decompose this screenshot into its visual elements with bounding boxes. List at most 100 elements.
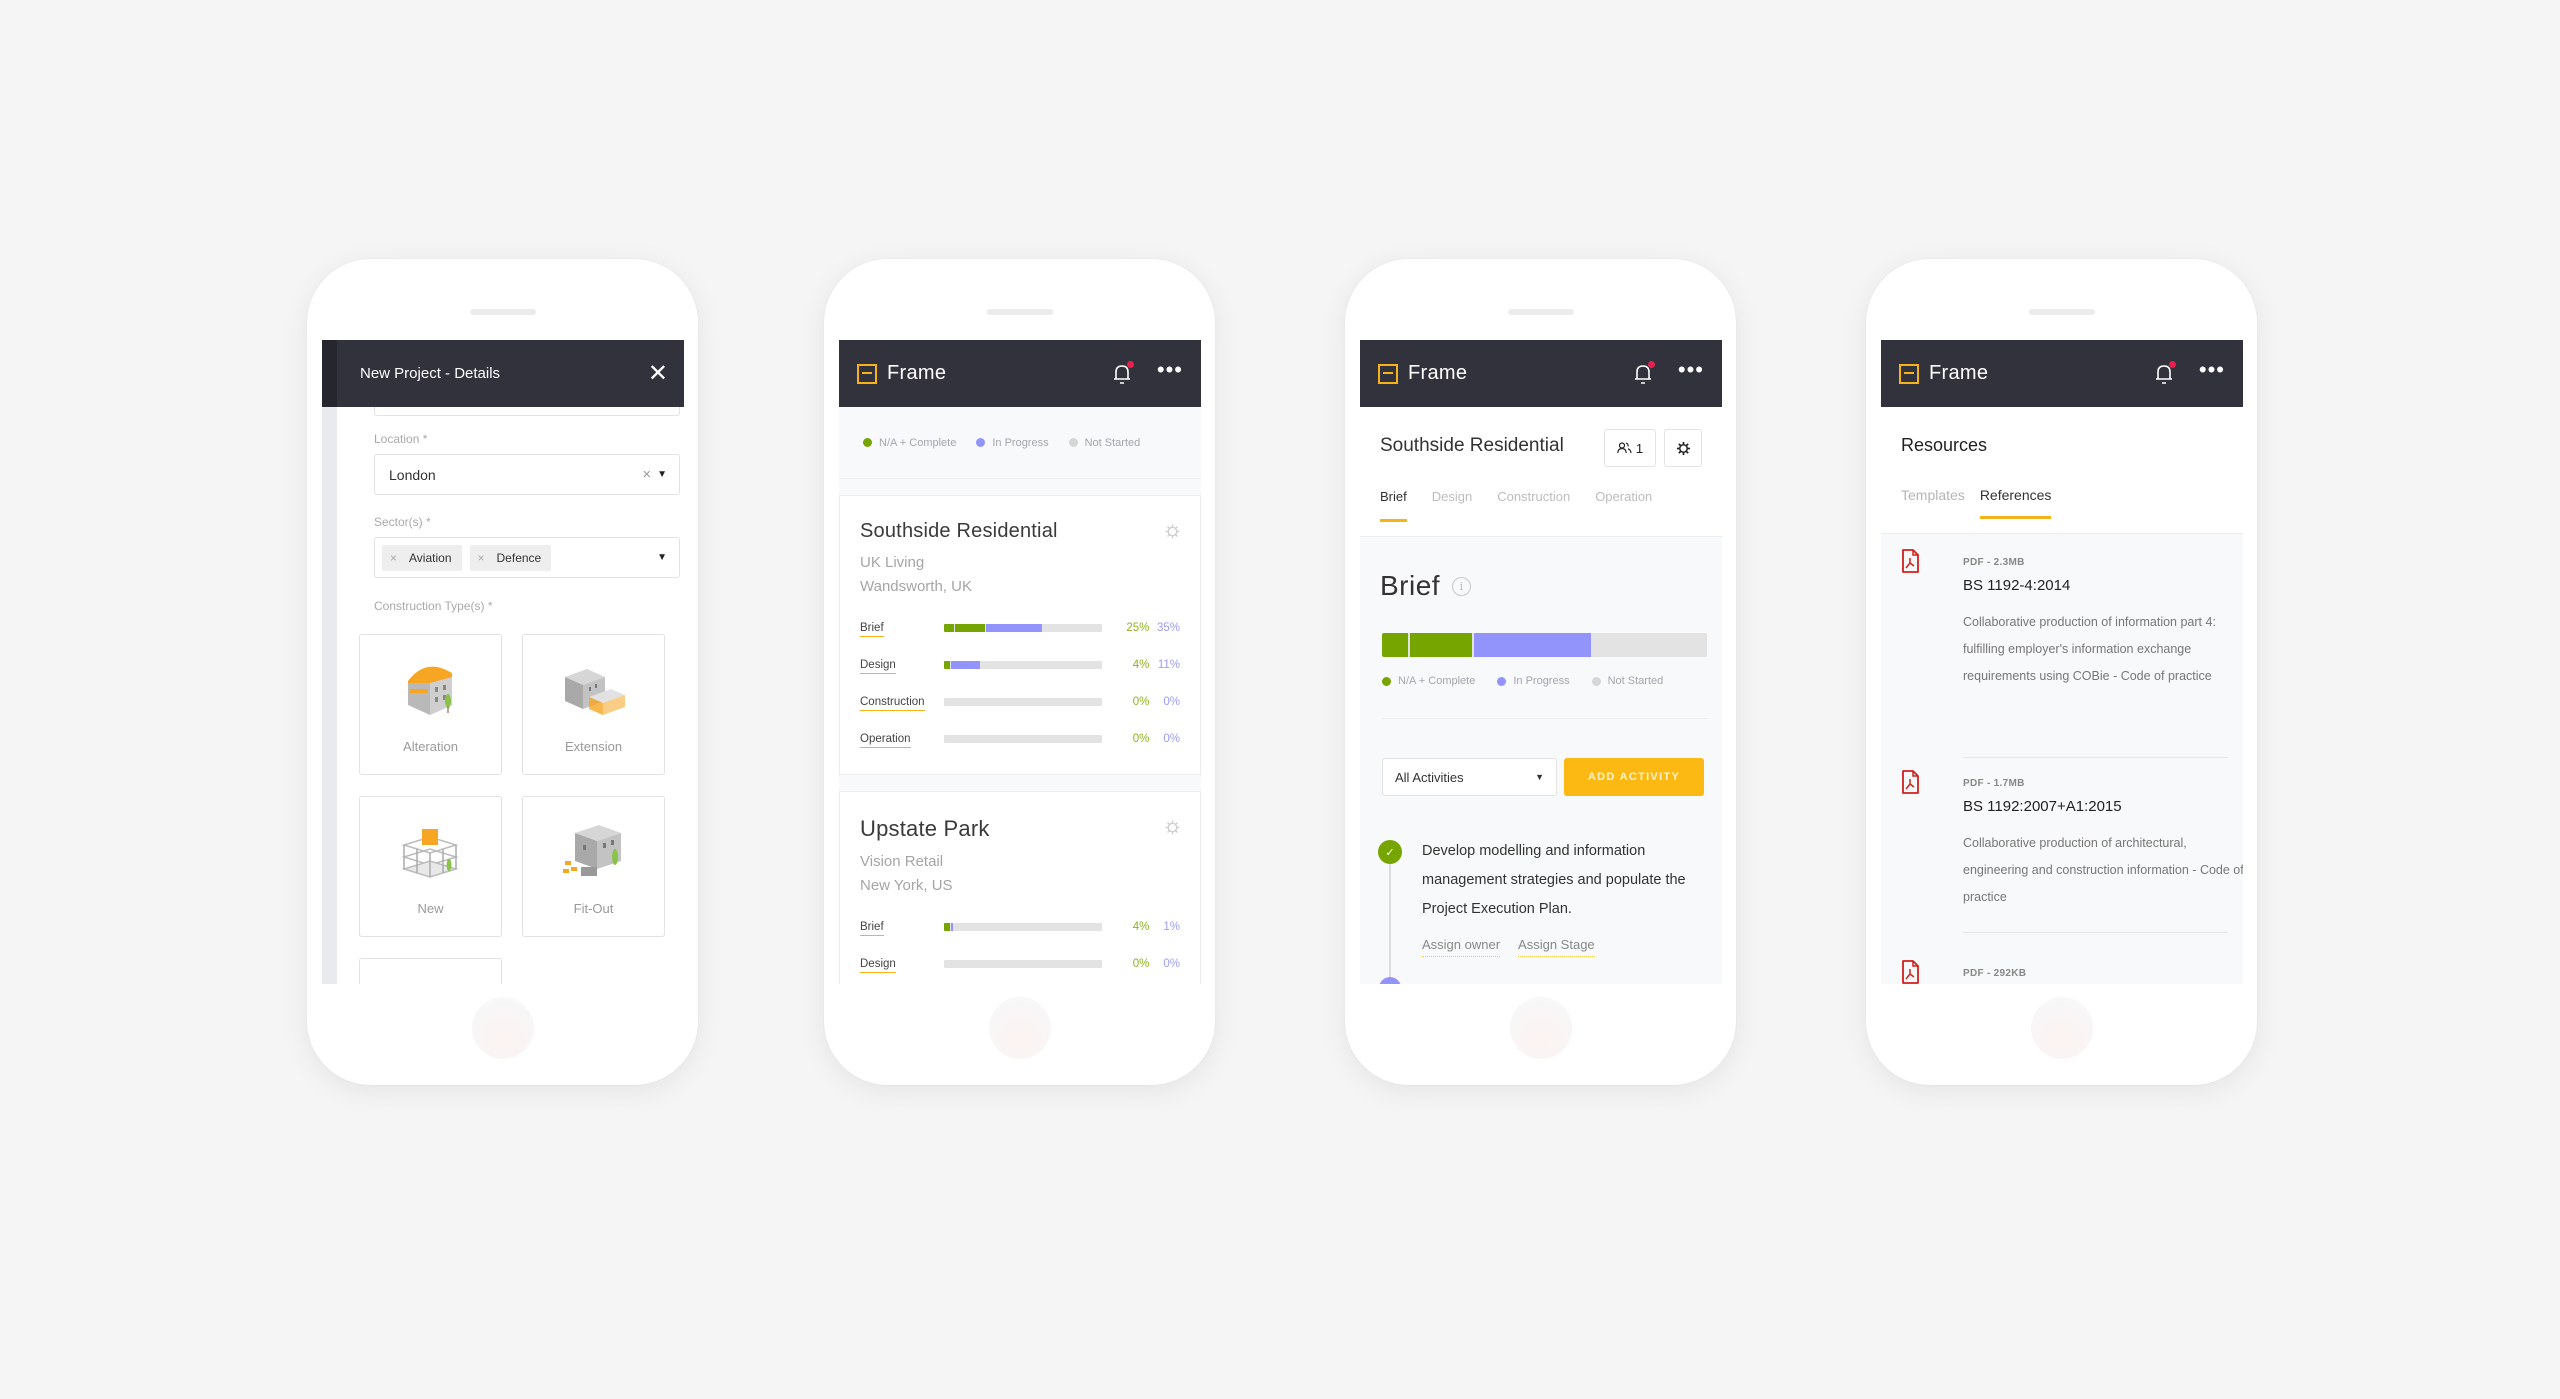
- tile-label: Fit-Out: [573, 901, 614, 916]
- notification-dot: [2168, 360, 2176, 368]
- progress-segment-in-progress: [951, 660, 981, 669]
- phone-speaker: [1507, 309, 1574, 315]
- gear-icon[interactable]: [1165, 524, 1180, 539]
- progress-segment-complete: [943, 660, 951, 669]
- divider: [1963, 757, 2228, 758]
- home-button: [988, 997, 1051, 1059]
- status-legend: N/A + Complete In Progress Not Started: [1382, 675, 1663, 687]
- phone-speaker: [2028, 309, 2095, 315]
- app-header: Frame •••: [1881, 340, 2243, 407]
- bell-icon[interactable]: [1111, 360, 1134, 386]
- location-value: London: [389, 466, 436, 483]
- stage-row[interactable]: Operation 0% 0%: [860, 720, 1180, 757]
- more-icon[interactable]: •••: [1157, 358, 1183, 381]
- stage-row[interactable]: Brief 4% 1%: [860, 908, 1180, 945]
- members-count: 1: [1635, 440, 1644, 456]
- construction-type-extension[interactable]: Extension: [522, 634, 665, 775]
- construction-type-alteration[interactable]: Alteration: [359, 634, 502, 775]
- sectors-select[interactable]: × Aviation × Defence ▼: [374, 537, 680, 578]
- construction-type-fit-out[interactable]: Fit-Out: [522, 796, 665, 937]
- notification-dot: [1647, 360, 1655, 368]
- remove-chip-icon[interactable]: ×: [478, 551, 485, 565]
- next-activity-status-icon[interactable]: [1379, 977, 1401, 984]
- progress-segment-complete: [943, 922, 951, 931]
- complete-percent: 4%: [1132, 658, 1150, 671]
- project-card[interactable]: Southside Residential UK Living Wandswor…: [839, 495, 1201, 775]
- document-item[interactable]: PDF - 1.7MB BS 1192:2007+A1:2015 Collabo…: [1901, 770, 2243, 940]
- members-button[interactable]: 1: [1604, 429, 1656, 467]
- stage-name-link[interactable]: Brief: [860, 920, 884, 936]
- in-progress-percent: 0%: [1163, 695, 1181, 708]
- assign-owner-link[interactable]: Assign owner: [1422, 937, 1501, 957]
- pdf-icon: [1902, 770, 1919, 794]
- assign-stage-link[interactable]: Assign Stage: [1518, 937, 1595, 957]
- check-icon[interactable]: ✓: [1378, 840, 1402, 864]
- project-name: Upstate Park: [860, 816, 990, 841]
- project-name: Southside Residential: [860, 520, 1058, 542]
- divider: [1963, 932, 2228, 933]
- settings-button[interactable]: [1664, 429, 1702, 467]
- tab-templates[interactable]: Templates: [1901, 487, 1965, 519]
- construction-type-more[interactable]: [359, 958, 502, 984]
- brand-name: Frame: [1408, 362, 1468, 384]
- frame-logo-icon[interactable]: [1378, 363, 1398, 384]
- activity-text[interactable]: Develop modelling and information manage…: [1422, 837, 1712, 924]
- legend-complete: N/A + Complete: [1382, 675, 1475, 687]
- document-item[interactable]: PDF - 2.3MB BS 1192-4:2014 Collaborative…: [1901, 549, 2228, 759]
- frame-logo-icon[interactable]: [1899, 363, 1919, 384]
- stage-name-link[interactable]: Operation: [860, 732, 911, 748]
- stage-name-link[interactable]: Construction: [860, 695, 925, 711]
- stage-row[interactable]: Design 0% 0%: [860, 945, 1180, 982]
- complete-percent: 25%: [1126, 621, 1150, 634]
- clear-icon[interactable]: ×: [642, 466, 651, 483]
- tile-label: New: [417, 901, 444, 916]
- gear-icon: [1676, 441, 1690, 455]
- construction-type-new[interactable]: New: [359, 796, 502, 937]
- tab-operation[interactable]: Operation: [1595, 489, 1652, 522]
- stage-name-link[interactable]: Design: [860, 658, 896, 674]
- tab-design[interactable]: Design: [1432, 489, 1472, 522]
- frame-logo-icon[interactable]: [857, 363, 877, 384]
- location-select[interactable]: London × ▼: [374, 454, 680, 495]
- stage-list: Brief 4% 1% Design 0% 0%: [860, 908, 1180, 982]
- legend-complete: N/A + Complete: [863, 437, 956, 449]
- alteration-building-icon: [407, 666, 452, 715]
- sector-chip[interactable]: × Defence: [469, 544, 552, 571]
- sector-chip[interactable]: × Aviation: [382, 544, 462, 571]
- status-legend: N/A + Complete In Progress Not Started: [839, 407, 1201, 479]
- activity-filter-select[interactable]: All Activities ▼: [1382, 758, 1557, 796]
- document-item[interactable]: PDF - 292KB: [1901, 960, 2228, 984]
- complete-percent: 0%: [1132, 957, 1150, 970]
- stage-progress-bar: [1382, 633, 1707, 657]
- fit-out-building-icon: [562, 825, 621, 876]
- project-card[interactable]: Upstate Park Vision Retail New York, US …: [839, 791, 1201, 984]
- notification-dot: [1126, 360, 1134, 368]
- bell-icon[interactable]: [2153, 360, 2176, 386]
- more-icon[interactable]: •••: [1678, 358, 1704, 381]
- stage-title: Brief: [1380, 570, 1441, 601]
- document-meta: PDF - 292KB: [1963, 968, 2027, 979]
- chevron-down-icon[interactable]: ▼: [657, 552, 667, 563]
- chip-label: Defence: [496, 550, 542, 565]
- stage-name-link[interactable]: Brief: [860, 621, 884, 637]
- stage-row[interactable]: Brief 25% 35%: [860, 609, 1180, 646]
- tab-construction[interactable]: Construction: [1497, 489, 1570, 522]
- close-icon[interactable]: ✕: [648, 359, 668, 388]
- tab-brief[interactable]: Brief: [1380, 489, 1407, 522]
- stage-progress-bar: [943, 697, 1102, 706]
- stage-row[interactable]: Design 4% 11%: [860, 646, 1180, 683]
- gear-icon[interactable]: [1165, 820, 1180, 835]
- info-icon[interactable]: i: [1452, 576, 1472, 596]
- add-activity-button[interactable]: ADD ACTIVITY: [1564, 758, 1704, 796]
- stage-row[interactable]: Construction 0% 0%: [860, 683, 1180, 720]
- tab-references[interactable]: References: [1979, 487, 2051, 519]
- chevron-down-icon[interactable]: ▼: [657, 469, 667, 480]
- screen-resources: Frame ••• Resources Templates References…: [1881, 340, 2243, 984]
- bell-icon[interactable]: [1632, 360, 1655, 386]
- document-description: Collaborative production of information …: [1963, 615, 2216, 683]
- complete-percent: 0%: [1132, 732, 1150, 745]
- remove-chip-icon[interactable]: ×: [390, 551, 397, 565]
- stage-progress-bar: [943, 922, 1102, 931]
- stage-name-link[interactable]: Design: [860, 957, 896, 973]
- more-icon[interactable]: •••: [2199, 358, 2225, 381]
